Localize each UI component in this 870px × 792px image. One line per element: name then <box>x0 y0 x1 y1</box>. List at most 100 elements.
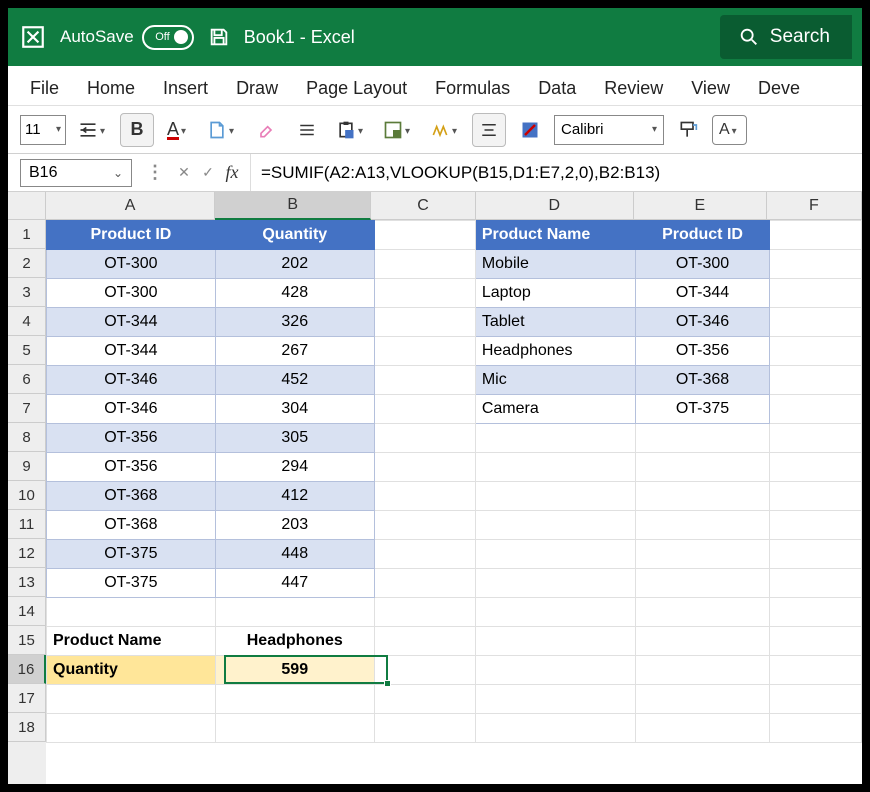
cell[interactable]: OT-375 <box>636 395 770 424</box>
cell[interactable]: OT-344 <box>636 279 770 308</box>
enter-formula-button[interactable]: ✓ <box>196 161 220 185</box>
cell[interactable] <box>636 569 770 598</box>
cancel-formula-button[interactable]: ✕ <box>172 161 196 185</box>
cell[interactable] <box>636 656 770 685</box>
cell[interactable]: OT-346 <box>636 308 770 337</box>
cell[interactable]: OT-375 <box>47 540 216 569</box>
cell[interactable] <box>475 656 635 685</box>
fx-button[interactable]: fx <box>220 161 244 185</box>
tab-formulas[interactable]: Formulas <box>435 78 510 99</box>
cell[interactable] <box>374 337 475 366</box>
cell[interactable] <box>374 250 475 279</box>
cell[interactable]: 294 <box>215 453 374 482</box>
cond-format-button[interactable] <box>513 113 547 147</box>
col-header-a[interactable]: A <box>46 192 215 220</box>
cell[interactable] <box>475 569 635 598</box>
row-header[interactable]: 6 <box>8 365 46 394</box>
cell[interactable] <box>374 598 475 627</box>
formula-input[interactable]: =SUMIF(A2:A13,VLOOKUP(B15,D1:E7,2,0),B2:… <box>250 154 862 191</box>
col-header-e[interactable]: E <box>634 192 767 220</box>
cell[interactable] <box>374 627 475 656</box>
cell[interactable]: Product ID <box>636 221 770 250</box>
cell[interactable] <box>636 424 770 453</box>
cell[interactable] <box>769 482 861 511</box>
col-header-f[interactable]: F <box>767 192 862 220</box>
cell[interactable] <box>475 540 635 569</box>
cell[interactable]: 202 <box>215 250 374 279</box>
font-size-input[interactable]: 11▾ <box>20 115 66 145</box>
row-header[interactable]: 11 <box>8 510 46 539</box>
cell[interactable] <box>215 598 374 627</box>
tab-view[interactable]: View <box>691 78 730 99</box>
cell[interactable] <box>475 598 635 627</box>
cell[interactable] <box>374 221 475 250</box>
tab-insert[interactable]: Insert <box>163 78 208 99</box>
cell[interactable] <box>374 308 475 337</box>
cell[interactable] <box>374 714 475 743</box>
cell[interactable] <box>636 627 770 656</box>
cell[interactable] <box>47 598 216 627</box>
cell[interactable] <box>769 511 861 540</box>
cell[interactable]: Headphones <box>215 627 374 656</box>
cell[interactable] <box>769 424 861 453</box>
cell[interactable] <box>215 714 374 743</box>
row-header[interactable]: 3 <box>8 278 46 307</box>
row-header[interactable]: 9 <box>8 452 46 481</box>
col-header-d[interactable]: D <box>476 192 634 220</box>
cell[interactable] <box>475 714 635 743</box>
cell[interactable]: 448 <box>215 540 374 569</box>
borders-button[interactable] <box>290 113 324 147</box>
cell[interactable]: Product Name <box>475 221 635 250</box>
row-header[interactable]: 4 <box>8 307 46 336</box>
cell[interactable] <box>769 656 861 685</box>
cell[interactable] <box>475 482 635 511</box>
row-header[interactable]: 1 <box>8 220 46 249</box>
cell[interactable] <box>374 656 475 685</box>
cell[interactable] <box>769 627 861 656</box>
cell[interactable] <box>374 366 475 395</box>
row-header[interactable]: 17 <box>8 684 46 713</box>
cell[interactable] <box>47 685 216 714</box>
cell[interactable]: OT-356 <box>47 424 216 453</box>
cell[interactable]: OT-300 <box>636 250 770 279</box>
cell[interactable]: Quantity <box>215 221 374 250</box>
row-header[interactable]: 8 <box>8 423 46 452</box>
cell[interactable] <box>636 685 770 714</box>
cell[interactable] <box>374 453 475 482</box>
cell[interactable]: 203 <box>215 511 374 540</box>
tab-file[interactable]: File <box>30 78 59 99</box>
tab-home[interactable]: Home <box>87 78 135 99</box>
cell[interactable] <box>374 395 475 424</box>
row-header[interactable]: 5 <box>8 336 46 365</box>
cell[interactable]: Headphones <box>475 337 635 366</box>
font-color-button[interactable]: A <box>161 113 195 147</box>
cell[interactable] <box>475 685 635 714</box>
cell[interactable]: 452 <box>215 366 374 395</box>
save-icon[interactable] <box>206 24 232 50</box>
cell[interactable]: Quantity <box>47 656 216 685</box>
cell[interactable]: OT-368 <box>636 366 770 395</box>
cell[interactable] <box>769 569 861 598</box>
cell[interactable]: Laptop <box>475 279 635 308</box>
font-box-button[interactable]: A <box>712 115 747 145</box>
search-button[interactable]: Search <box>720 15 852 59</box>
cell[interactable] <box>215 685 374 714</box>
highlight-button[interactable] <box>425 113 465 147</box>
cell[interactable] <box>636 714 770 743</box>
row-header[interactable]: 12 <box>8 539 46 568</box>
cell[interactable] <box>475 424 635 453</box>
cell[interactable] <box>769 250 861 279</box>
cell[interactable] <box>769 279 861 308</box>
cell[interactable]: OT-344 <box>47 337 216 366</box>
cell[interactable] <box>636 511 770 540</box>
format-painter-button[interactable] <box>671 113 705 147</box>
cell[interactable]: 428 <box>215 279 374 308</box>
cell[interactable]: 304 <box>215 395 374 424</box>
cell[interactable] <box>769 337 861 366</box>
cell[interactable]: OT-375 <box>47 569 216 598</box>
cell[interactable]: Product Name <box>47 627 216 656</box>
cell[interactable]: OT-346 <box>47 395 216 424</box>
cell[interactable] <box>374 511 475 540</box>
cell[interactable] <box>636 598 770 627</box>
cell[interactable]: OT-356 <box>47 453 216 482</box>
